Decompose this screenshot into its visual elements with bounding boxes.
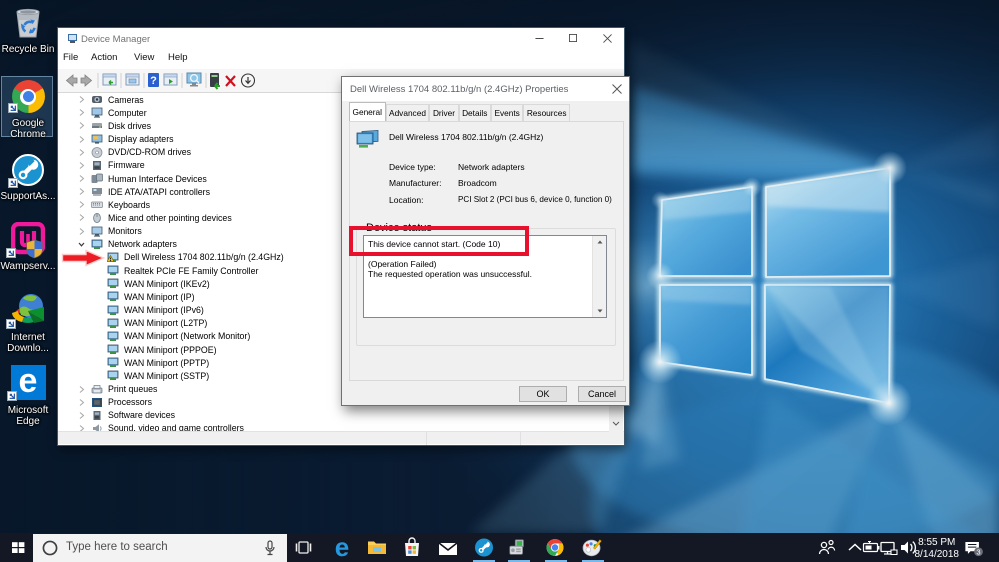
svg-text:3: 3 xyxy=(976,548,980,557)
svg-text:?: ? xyxy=(150,75,157,87)
